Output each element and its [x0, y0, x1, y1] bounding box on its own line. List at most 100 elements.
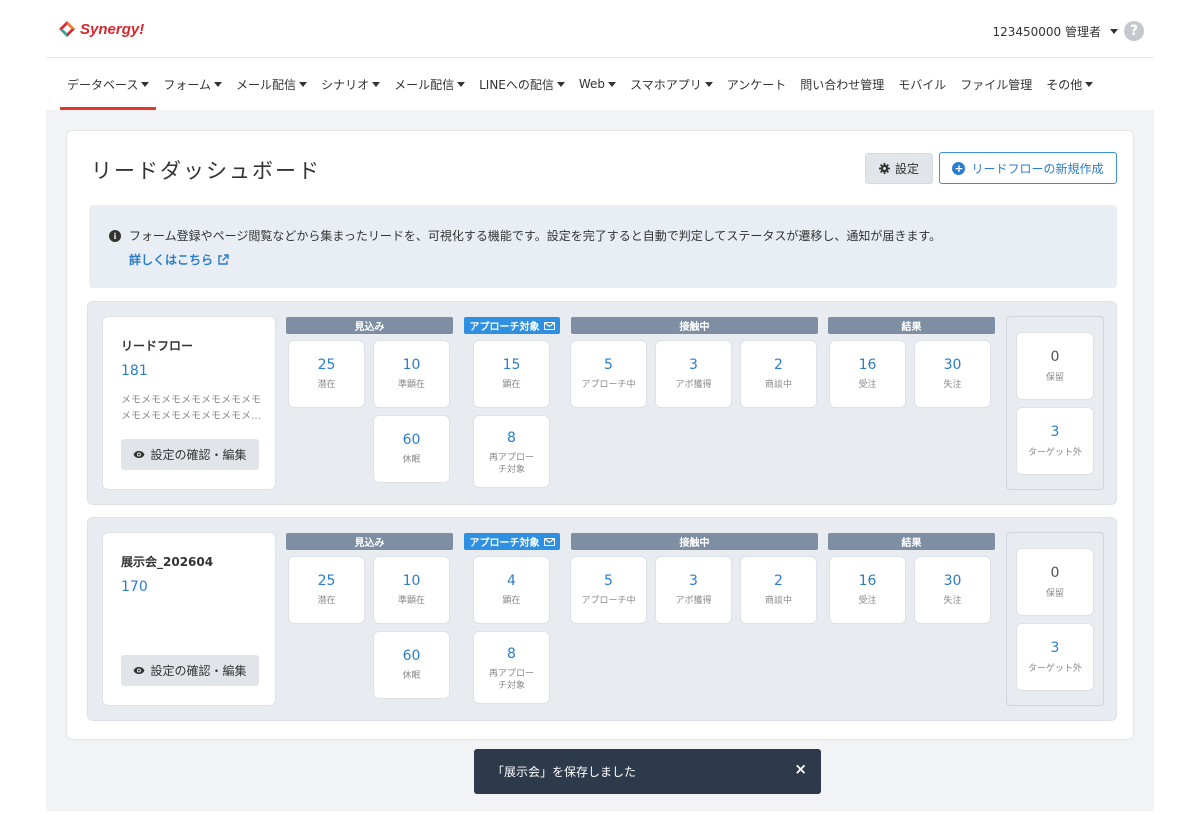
envelope-icon [543, 321, 555, 330]
group-header-label: 見込み [354, 538, 385, 549]
status-label: 再アプローチ対象 [488, 453, 534, 475]
main-nav: データベース フォーム メール配信 シナリオ メール配信 LINEへの配信 Web スマホアプ… [46, 58, 1154, 110]
edit-settings-button[interactable]: 設定の確認・編集 [121, 655, 259, 686]
nav-item-label: 問い合わせ管理 [800, 77, 885, 92]
status-cell-lost[interactable]: 30 失注 [914, 556, 991, 624]
settings-button[interactable]: 設定 [865, 153, 933, 184]
plus-circle-icon: + [952, 161, 966, 175]
nav-item[interactable]: モバイル [891, 58, 953, 110]
chevron-down-icon [214, 81, 223, 87]
status-cell-reapproach[interactable]: 8 再アプローチ対象 [473, 631, 550, 704]
status-label: アプローチ中 [581, 596, 636, 606]
envelope-icon [543, 537, 555, 546]
status-count: 3 [689, 357, 698, 373]
status-cell-dormant[interactable]: 60 休眠 [373, 415, 450, 483]
status-cell-negotiating[interactable]: 2 商談中 [740, 556, 817, 624]
toast-message: 「展示会」を保存しました [492, 765, 637, 779]
nav-item[interactable]: その他 [1039, 58, 1100, 110]
group-header-label: 接触中 [679, 322, 710, 333]
group-header-label: 見込み [354, 322, 385, 333]
nav-item[interactable]: シナリオ [314, 58, 387, 110]
status-cell-appointment[interactable]: 3 アポ獲得 [655, 556, 732, 624]
nav-item[interactable]: アンケート [720, 58, 794, 110]
nav-item[interactable]: ファイル管理 [953, 58, 1039, 110]
status-label: アポ獲得 [675, 596, 712, 606]
nav-item-label: メール配信 [236, 77, 297, 92]
status-cell-dormant[interactable]: 60 休眠 [373, 631, 450, 699]
group-header-label: 接触中 [679, 538, 710, 549]
status-label: 商談中 [764, 380, 792, 390]
nav-item[interactable]: スマホアプリ [623, 58, 720, 110]
status-cell-won[interactable]: 16 受注 [829, 556, 906, 624]
status-count: 25 [317, 573, 336, 589]
status-label: 顕在 [502, 380, 521, 390]
nav-item[interactable]: 問い合わせ管理 [793, 58, 891, 110]
status-label: 準顕在 [397, 380, 425, 390]
status-count: 5 [604, 357, 613, 373]
details-link[interactable]: 詳しくはこちら [129, 251, 229, 268]
status-cell-appointment[interactable]: 3 アポ獲得 [655, 340, 732, 408]
status-cell-excluded[interactable]: 3 ターゲット外 [1016, 407, 1094, 475]
status-cell-approaching[interactable]: 5 アプローチ中 [570, 340, 647, 408]
flow-total-count[interactable]: 181 [121, 363, 148, 379]
nav-item[interactable]: メール配信 [387, 58, 472, 110]
flow-total-count[interactable]: 170 [121, 579, 148, 595]
status-count: 0 [1050, 349, 1060, 365]
status-cell-lost[interactable]: 30 失注 [914, 340, 991, 408]
status-label: ターゲット外 [1027, 448, 1082, 458]
nav-item-label: フォーム [163, 77, 212, 92]
details-link-label: 詳しくはこちら [129, 253, 214, 267]
chevron-down-icon [141, 81, 150, 87]
status-count: 8 [507, 430, 516, 446]
group-header-result: 結果 [828, 533, 995, 550]
settings-button-label: 設定 [894, 162, 919, 176]
side-status-box: 0 保留 3 ターゲット外 [1006, 532, 1104, 706]
account-menu[interactable]: 123450000 管理者 ? [992, 21, 1144, 41]
info-icon: i [109, 229, 121, 242]
eye-icon [133, 451, 145, 458]
new-lead-flow-button[interactable]: + リードフローの新規作成 [939, 152, 1117, 184]
chevron-down-icon [608, 81, 617, 87]
nav-item-label: アンケート [726, 77, 787, 92]
status-label: 保留 [1045, 373, 1064, 383]
edit-settings-button[interactable]: 設定の確認・編集 [121, 439, 259, 470]
nav-item[interactable]: データベース [60, 58, 157, 110]
status-cell-hold[interactable]: 0 保留 [1016, 548, 1094, 616]
status-cell-apparent[interactable]: 15 顕在 [473, 340, 550, 408]
nav-item-label: ファイル管理 [960, 77, 1033, 92]
status-count: 10 [402, 357, 421, 373]
status-cell-negotiating[interactable]: 2 商談中 [740, 340, 817, 408]
nav-item-label: メール配信 [394, 77, 455, 92]
status-cell-apparent[interactable]: 4 顕在 [473, 556, 550, 624]
help-icon[interactable]: ? [1124, 21, 1144, 41]
nav-item[interactable]: フォーム [156, 58, 229, 110]
group-header-label: アプローチ対象 [469, 538, 540, 549]
nav-item[interactable]: Web [572, 58, 623, 110]
group-header-contact: 接触中 [571, 317, 818, 334]
group-header-label: 結果 [901, 538, 922, 549]
status-label: 受注 [858, 596, 877, 606]
status-cell-excluded[interactable]: 3 ターゲット外 [1016, 623, 1094, 691]
status-cell-latent[interactable]: 25 潜在 [288, 340, 365, 408]
status-cell-semi[interactable]: 10 準顕在 [373, 556, 450, 624]
nav-item[interactable]: LINEへの配信 [472, 58, 572, 110]
status-count: 60 [402, 432, 421, 448]
close-icon[interactable]: × [794, 760, 807, 778]
status-cell-won[interactable]: 16 受注 [829, 340, 906, 408]
status-label: 失注 [943, 596, 962, 606]
side-status-box: 0 保留 3 ターゲット外 [1006, 316, 1104, 490]
status-count: 25 [317, 357, 336, 373]
status-count: 30 [943, 573, 962, 589]
synergy-logo[interactable]: Synergy! [58, 20, 144, 38]
status-cell-reapproach[interactable]: 8 再アプローチ対象 [473, 415, 550, 488]
group-header-contact: 接触中 [571, 533, 818, 550]
synergy-logo-icon [59, 21, 75, 37]
nav-item-label: モバイル [898, 77, 947, 92]
status-cell-hold[interactable]: 0 保留 [1016, 332, 1094, 400]
status-label: 顕在 [502, 596, 521, 606]
status-cell-approaching[interactable]: 5 アプローチ中 [570, 556, 647, 624]
status-cell-semi[interactable]: 10 準顕在 [373, 340, 450, 408]
status-count: 5 [604, 573, 613, 589]
status-cell-latent[interactable]: 25 潜在 [288, 556, 365, 624]
nav-item[interactable]: メール配信 [229, 58, 314, 110]
